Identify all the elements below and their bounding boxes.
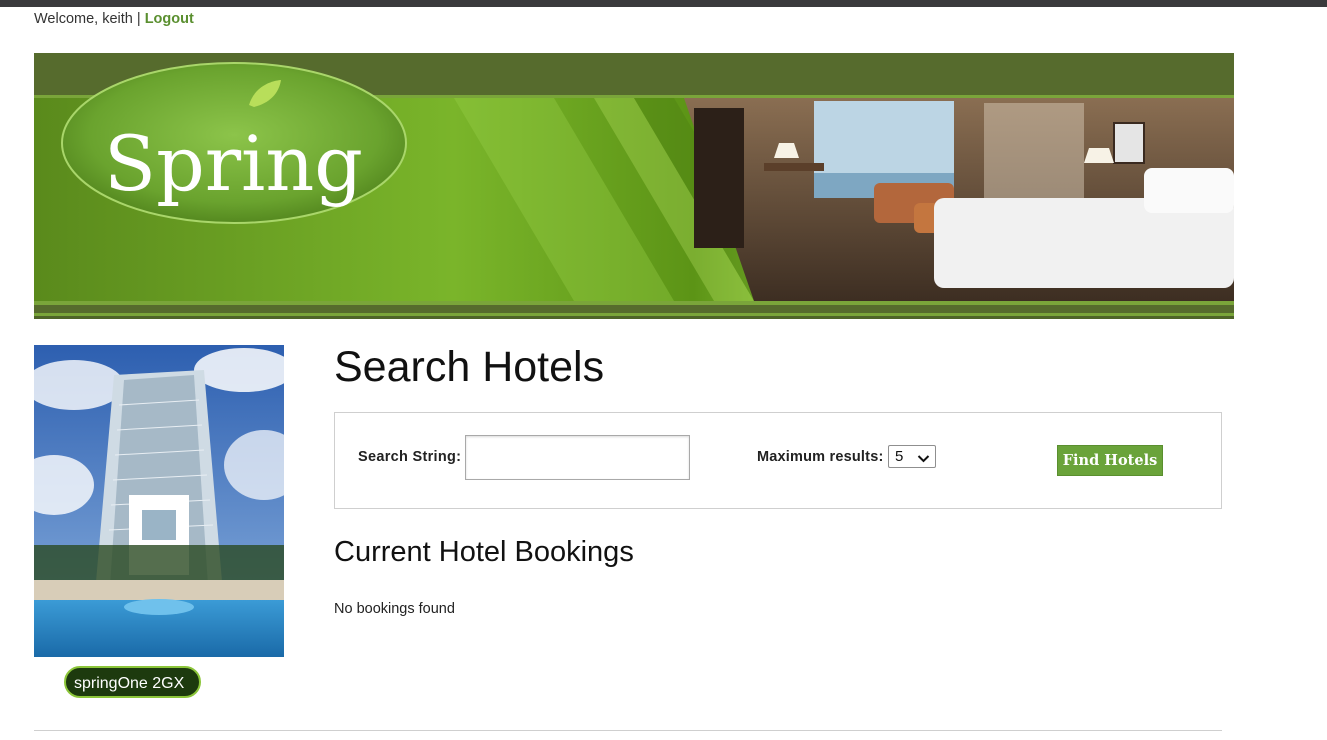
spring-logo-text: Spring (104, 119, 363, 208)
logout-link[interactable]: Logout (145, 11, 194, 27)
max-results-select[interactable]: 5 (888, 445, 936, 468)
welcome-bar: Welcome, keith | Logout (34, 11, 194, 27)
find-hotels-button[interactable]: Find Hotels (1057, 445, 1163, 476)
page-title: Search Hotels (334, 343, 605, 391)
chevron-down-icon (917, 451, 930, 468)
max-results-value: 5 (895, 448, 904, 465)
bookings-title: Current Hotel Bookings (334, 536, 634, 568)
search-string-label: Search String: (358, 449, 462, 465)
max-results-label: Maximum results: (757, 449, 884, 465)
search-form: Search String: Maximum results: 5 Find H… (334, 412, 1222, 509)
welcome-text: Welcome, keith | (34, 11, 141, 27)
search-string-input[interactable] (465, 435, 690, 480)
footer-divider (34, 730, 1222, 731)
bookings-empty-text: No bookings found (334, 601, 455, 617)
springone-badge-text: springOne 2GX (74, 675, 185, 692)
hotel-photo (34, 345, 284, 657)
header-banner: Spring (34, 53, 1234, 319)
springone-badge: springOne 2GX (64, 666, 201, 698)
top-bar (0, 0, 1327, 7)
